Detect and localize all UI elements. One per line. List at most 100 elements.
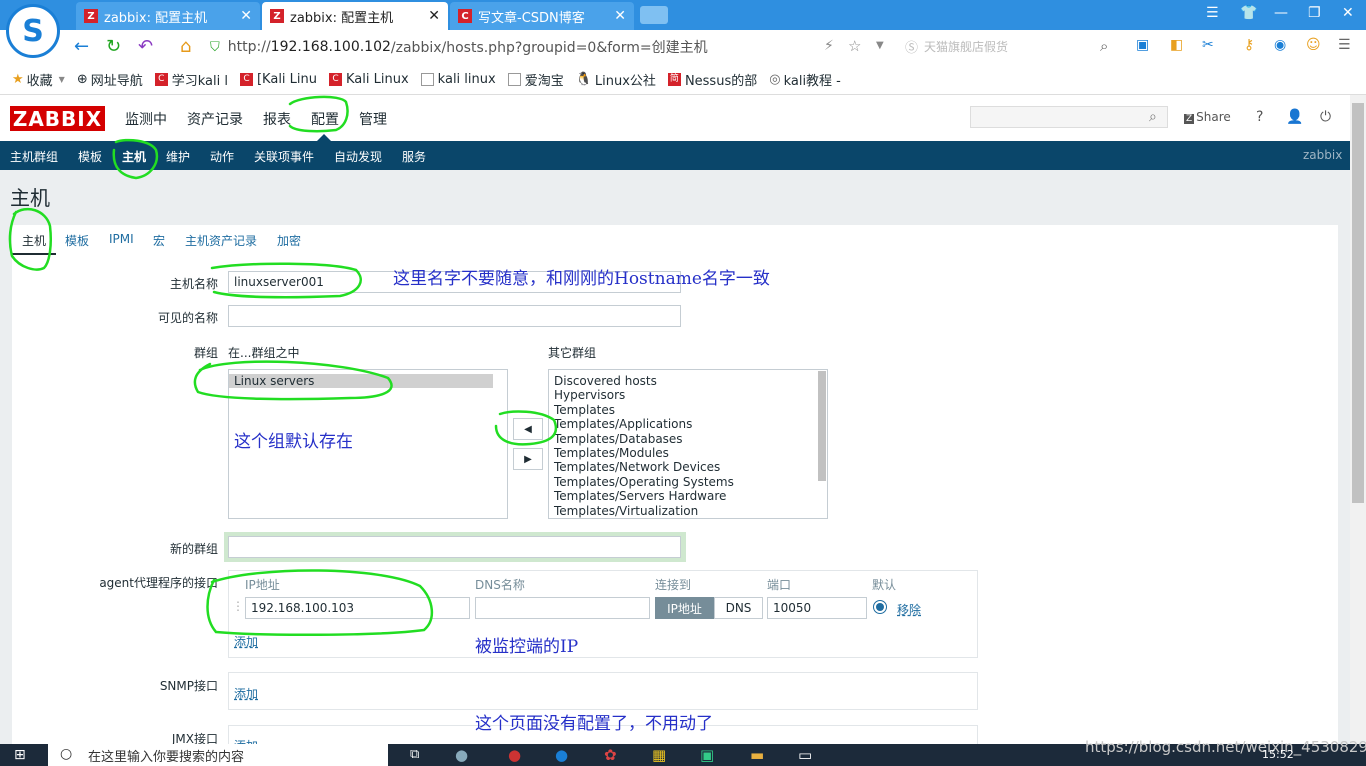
bookmark-item[interactable]: C [Kali Linu	[239, 72, 317, 87]
windows-start-icon[interactable]: ⊞	[14, 747, 26, 763]
minimize-icon[interactable]: —	[1274, 5, 1288, 21]
bookmark-item[interactable]: ◎ kali教程 -	[769, 70, 841, 89]
taskbar-app-icon[interactable]: ▣	[700, 746, 714, 764]
list-item[interactable]: Discovered hosts	[549, 374, 827, 388]
list-item[interactable]: Templates/Modules	[549, 446, 827, 460]
lightning-icon[interactable]: ⚡	[824, 38, 834, 54]
back-icon[interactable]: ←	[74, 36, 89, 57]
restore-icon[interactable]: ❐	[1308, 5, 1321, 21]
close-icon[interactable]: ✕	[240, 8, 252, 24]
port-input[interactable]: 10050	[767, 597, 867, 619]
submenu-services[interactable]: 服务	[402, 148, 426, 165]
add-snmp-link[interactable]: 添加	[234, 685, 258, 702]
menu-icon[interactable]: ☰	[1338, 37, 1351, 53]
taskbar-app-icon[interactable]: ✿	[604, 746, 617, 764]
bookmark-item[interactable]: C 学习kali l	[154, 70, 228, 89]
taskbar-app-icon[interactable]: ▦	[652, 746, 666, 764]
submenu-discovery[interactable]: 自动发现	[334, 148, 382, 165]
bookmark-item[interactable]: ⊕ 网址导航	[77, 70, 143, 89]
remove-link[interactable]: 移除	[897, 601, 921, 618]
new-group-input[interactable]	[228, 536, 681, 558]
power-icon[interactable]: ⏻	[1320, 109, 1331, 125]
taskbar-app-icon[interactable]: ●	[455, 746, 468, 764]
share-button[interactable]: Z Share	[1184, 110, 1231, 124]
tab-templates[interactable]: 模板	[65, 232, 89, 249]
listbox-scrollbar[interactable]	[818, 371, 826, 481]
dns-name-input[interactable]	[475, 597, 650, 619]
extension-icon[interactable]: ◧	[1170, 37, 1183, 53]
bookmark-favorites[interactable]: ★ 收藏 ▼	[12, 70, 65, 89]
browser-tab-1[interactable]: Z zabbix: 配置主机 ✕	[76, 2, 260, 30]
menu-inventory[interactable]: 资产记录	[187, 109, 243, 129]
search-icon[interactable]: ⌕	[1149, 109, 1157, 125]
task-view-icon[interactable]: ⧉	[410, 747, 419, 762]
menu-icon[interactable]: ☰	[1206, 5, 1219, 21]
submenu-actions[interactable]: 动作	[210, 148, 234, 165]
list-item[interactable]: Templates/Virtualization	[549, 504, 827, 518]
page-scrollbar-thumb[interactable]	[1352, 103, 1364, 503]
more-icon[interactable]: ☺	[1306, 37, 1321, 53]
user-icon[interactable]: 👤	[1286, 109, 1303, 125]
undo-icon[interactable]: ↶	[138, 36, 153, 57]
visible-name-input[interactable]	[228, 305, 681, 327]
list-item[interactable]: Linux servers	[229, 374, 493, 389]
list-item[interactable]: Templates	[549, 403, 827, 417]
key-icon[interactable]: ⚷	[1244, 37, 1254, 53]
tab-macros[interactable]: 宏	[153, 232, 165, 249]
chevron-down-icon[interactable]: ▼	[876, 40, 884, 51]
zoom-icon[interactable]: ◉	[1274, 37, 1286, 53]
taskbar-app-icon[interactable]: ▭	[798, 746, 812, 764]
list-item[interactable]: Templates/Applications	[549, 417, 827, 431]
search-icon[interactable]: ⌕	[1100, 37, 1108, 55]
taskbar-folder-icon[interactable]: ▬	[750, 746, 764, 764]
refresh-icon[interactable]: ↻	[106, 36, 121, 57]
list-item[interactable]: Templates/Databases	[549, 432, 827, 446]
close-window-icon[interactable]: ✕	[1342, 5, 1354, 21]
tab-host[interactable]: 主机	[22, 232, 46, 249]
taskbar-search-input[interactable]: ○ 在这里输入你要搜索的内容	[48, 744, 388, 766]
url-field[interactable]: ⛉ http://192.168.100.102/zabbix/hosts.ph…	[210, 35, 900, 59]
add-agent-link[interactable]: 添加	[234, 633, 258, 650]
submenu-templates[interactable]: 模板	[78, 148, 102, 165]
bookmark-item[interactable]: C Kali Linux	[329, 72, 409, 87]
bookmark-item[interactable]: 爱淘宝	[507, 70, 564, 89]
move-right-button[interactable]: ▶	[513, 448, 543, 470]
menu-monitoring[interactable]: 监测中	[125, 109, 167, 129]
tab-inventory[interactable]: 主机资产记录	[185, 232, 257, 249]
global-search-input[interactable]	[970, 106, 1168, 128]
submenu-hosts[interactable]: 主机	[122, 148, 146, 165]
other-groups-listbox[interactable]: Discovered hosts Hypervisors Templates T…	[548, 369, 828, 519]
bookmark-item[interactable]: kali linux	[420, 72, 496, 87]
list-item[interactable]: Templates/Operating Systems	[549, 475, 827, 489]
browser-tab-3[interactable]: C 写文章-CSDN博客 ✕	[450, 2, 634, 30]
bookmark-item[interactable]: 简 Nessus的部	[667, 70, 757, 89]
connect-ip-button[interactable]: IP地址	[655, 597, 714, 619]
menu-configuration[interactable]: 配置	[311, 109, 339, 129]
star-icon[interactable]: ☆	[848, 37, 861, 55]
bookmark-item[interactable]: 🐧 Linux公社	[576, 70, 656, 89]
connect-dns-button[interactable]: DNS	[714, 597, 763, 619]
help-icon[interactable]: ?	[1256, 109, 1263, 125]
menu-reports[interactable]: 报表	[263, 109, 291, 129]
list-item[interactable]: Templates/Network Devices	[549, 460, 827, 474]
browser-search-input[interactable]: Ⓢ 天猫旗舰店假货	[905, 35, 1115, 57]
submenu-maintenance[interactable]: 维护	[166, 148, 190, 165]
scissors-icon[interactable]: ✂	[1202, 37, 1214, 53]
translate-icon[interactable]: ▣	[1136, 37, 1149, 53]
default-radio[interactable]	[873, 600, 887, 614]
skin-icon[interactable]: 👕	[1240, 5, 1257, 21]
zabbix-logo[interactable]: ZABBIX	[10, 106, 105, 131]
taskbar-app-icon[interactable]: ●	[508, 746, 521, 764]
taskbar-browser-icon[interactable]: ●	[555, 746, 568, 764]
submenu-host-groups[interactable]: 主机群组	[10, 148, 58, 165]
home-icon[interactable]: ⌂	[180, 36, 191, 57]
browser-tab-2[interactable]: Z zabbix: 配置主机 ✕	[262, 2, 448, 30]
tab-ipmi[interactable]: IPMI	[109, 232, 134, 246]
list-item[interactable]: Hypervisors	[549, 388, 827, 402]
list-item[interactable]: Templates/Servers Hardware	[549, 489, 827, 503]
submenu-correlation[interactable]: 关联项事件	[254, 148, 314, 165]
move-left-button[interactable]: ◀	[513, 418, 543, 440]
new-tab-button[interactable]	[640, 6, 668, 24]
close-icon[interactable]: ✕	[614, 8, 626, 24]
menu-administration[interactable]: 管理	[359, 109, 387, 129]
